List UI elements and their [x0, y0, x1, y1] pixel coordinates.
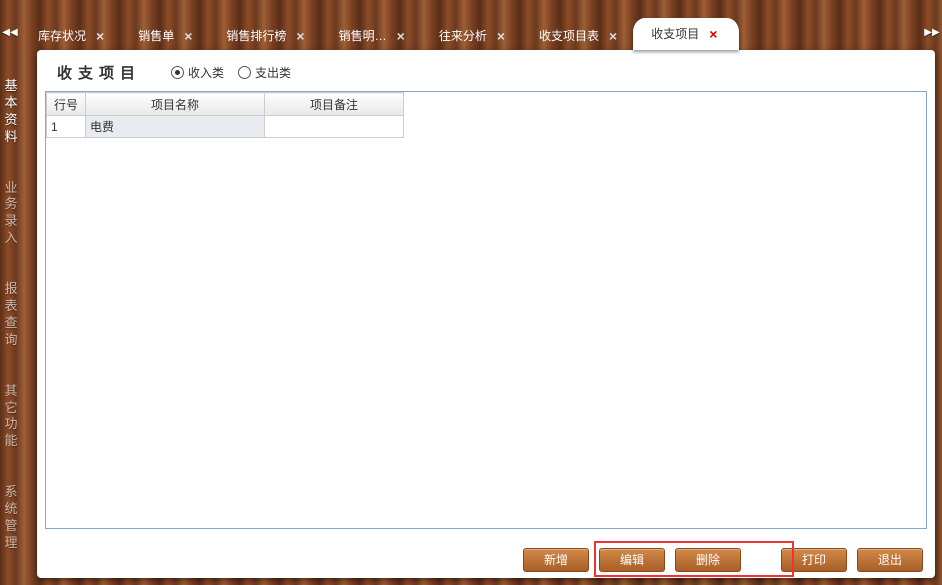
- sidebar-item-business-entry[interactable]: 业务录入: [0, 172, 22, 256]
- sidebar-item-system-management[interactable]: 系统管理: [0, 476, 22, 560]
- close-icon[interactable]: ×: [96, 22, 104, 50]
- sidebar-item-report-query[interactable]: 报表查询: [0, 273, 22, 357]
- close-icon[interactable]: ×: [397, 22, 405, 50]
- tab-strip: ◀◀ 库存状况 × 销售单 × 销售排行榜 × 销售明… × 往来分析 × 收支…: [0, 0, 942, 50]
- close-icon[interactable]: ×: [184, 22, 192, 50]
- tab-sales-rank[interactable]: 销售排行榜 ×: [208, 22, 326, 50]
- action-button-bar: 新增 编辑 删除 打印 退出: [523, 548, 923, 572]
- close-icon[interactable]: ×: [296, 22, 304, 50]
- radio-label: 收入类: [188, 64, 224, 81]
- radio-dot-icon: [171, 66, 184, 79]
- sidebar-item-other-functions[interactable]: 其它功能: [0, 375, 22, 459]
- radio-income[interactable]: 收入类: [171, 64, 224, 81]
- cell-rownum: 1: [47, 116, 86, 138]
- col-header-name[interactable]: 项目名称: [86, 93, 265, 116]
- close-icon[interactable]: ×: [497, 22, 505, 50]
- tab-label: 销售明…: [339, 22, 387, 50]
- tab-label: 往来分析: [439, 22, 487, 50]
- col-header-remark[interactable]: 项目备注: [265, 93, 404, 116]
- table-header-row: 行号 项目名称 项目备注: [47, 93, 404, 116]
- cell-remark[interactable]: [265, 116, 404, 138]
- edit-button[interactable]: 编辑: [599, 548, 665, 572]
- close-icon[interactable]: ×: [709, 18, 717, 50]
- radio-expense[interactable]: 支出类: [238, 64, 291, 81]
- tab-sales-details[interactable]: 销售明… ×: [321, 22, 427, 50]
- tab-label: 销售排行榜: [226, 22, 286, 50]
- print-button[interactable]: 打印: [781, 548, 847, 572]
- tab-income-expense-item[interactable]: 收支项目 ×: [633, 18, 739, 50]
- col-header-rownum[interactable]: 行号: [47, 93, 86, 116]
- main-panel: 收支项目 收入类 支出类 行号 项目名称 项目备注: [37, 50, 935, 578]
- close-icon[interactable]: ×: [609, 22, 617, 50]
- category-radio-group: 收入类 支出类: [171, 64, 291, 81]
- tabs-container: 库存状况 × 销售单 × 销售排行榜 × 销售明… × 往来分析 × 收支项目表…: [20, 18, 922, 50]
- tab-label: 收支项目表: [539, 22, 599, 50]
- tab-scroll-left-icon[interactable]: ◀◀: [0, 18, 20, 46]
- panel-header: 收支项目 收入类 支出类: [37, 50, 935, 91]
- tab-ap-ar-analysis[interactable]: 往来分析 ×: [421, 22, 527, 50]
- radio-dot-icon: [238, 66, 251, 79]
- table-row[interactable]: 1 电费: [47, 116, 404, 138]
- left-rail: 基本资料 业务录入 报表查询 其它功能 系统管理: [0, 70, 22, 585]
- tab-inventory-status[interactable]: 库存状况 ×: [20, 22, 126, 50]
- data-grid[interactable]: 行号 项目名称 项目备注 1 电费: [45, 91, 927, 529]
- tab-label: 收支项目: [651, 18, 699, 50]
- tab-scroll-right-icon[interactable]: ▶▶: [922, 18, 942, 46]
- cell-name[interactable]: 电费: [86, 116, 265, 138]
- tab-label: 库存状况: [38, 22, 86, 50]
- tab-label: 销售单: [138, 22, 174, 50]
- exit-button[interactable]: 退出: [857, 548, 923, 572]
- sidebar-item-basic-data[interactable]: 基本资料: [0, 70, 22, 154]
- delete-button[interactable]: 删除: [675, 548, 741, 572]
- page-title: 收支项目: [57, 62, 141, 83]
- radio-label: 支出类: [255, 64, 291, 81]
- add-button[interactable]: 新增: [523, 548, 589, 572]
- tab-sales-order[interactable]: 销售单 ×: [120, 22, 214, 50]
- tab-income-expense-table[interactable]: 收支项目表 ×: [521, 22, 639, 50]
